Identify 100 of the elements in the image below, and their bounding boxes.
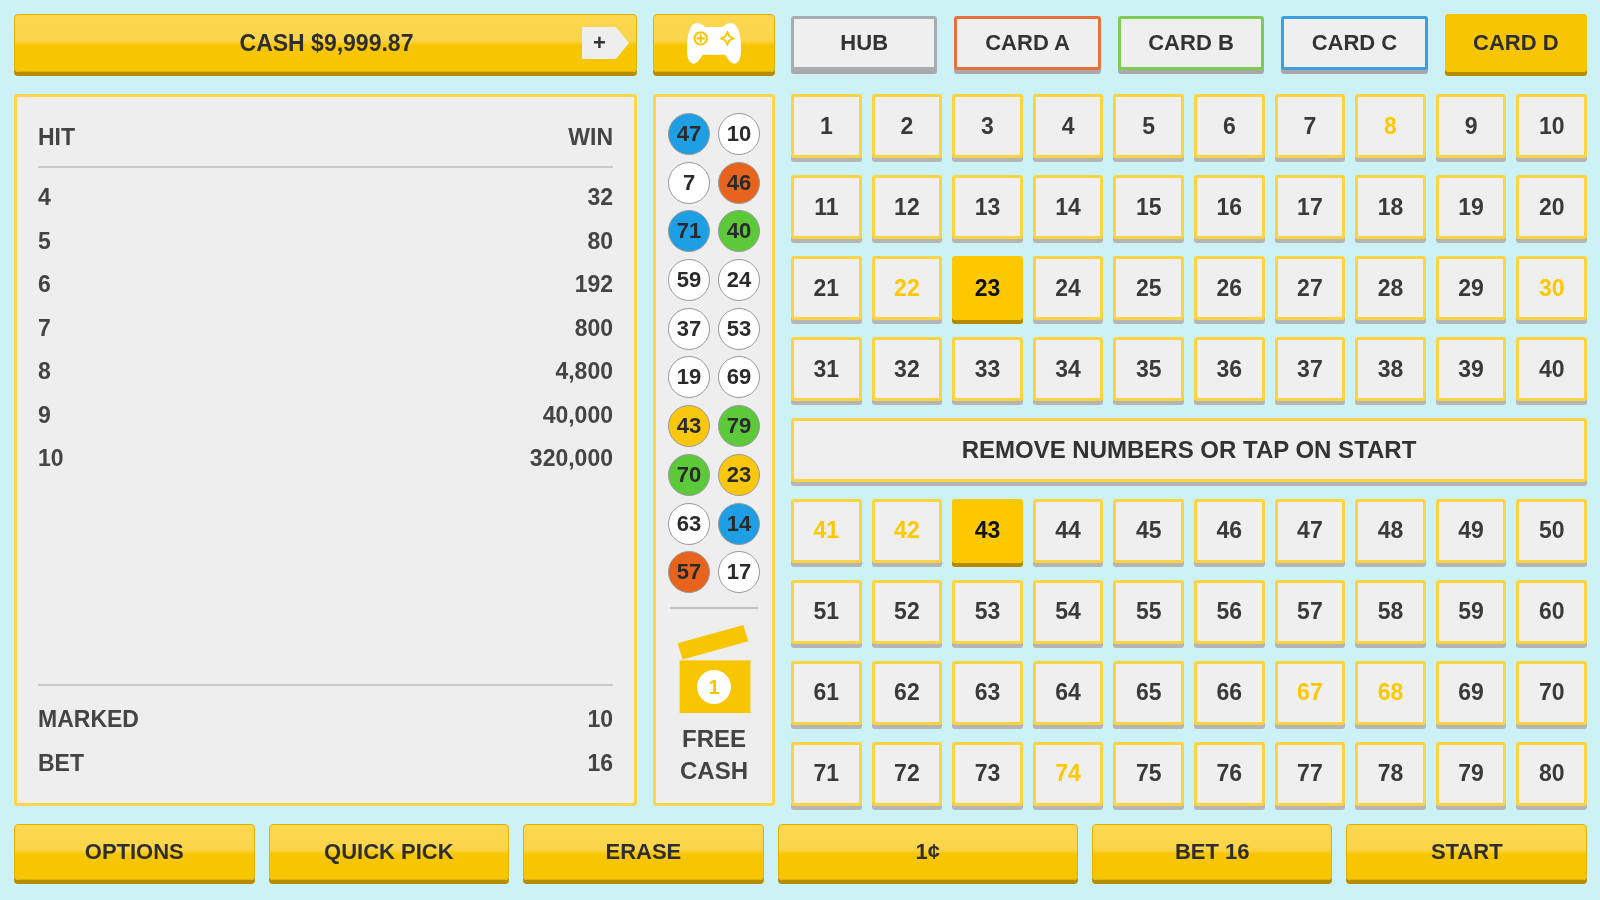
number-cell[interactable]: 50 — [1516, 498, 1587, 564]
number-cell[interactable]: 26 — [1194, 255, 1265, 321]
number-cell[interactable]: 10 — [1516, 94, 1587, 159]
number-cell[interactable]: 65 — [1113, 660, 1184, 726]
cash-amount: CASH $9,999.87 — [238, 29, 415, 57]
number-cell[interactable]: 17 — [1274, 174, 1346, 240]
summary-value: 16 — [587, 748, 613, 778]
number-cell[interactable]: 37 — [1274, 336, 1346, 402]
number-cell[interactable]: 31 — [791, 336, 862, 402]
number-cell[interactable]: 46 — [1194, 498, 1265, 564]
number-cell[interactable]: 54 — [1032, 579, 1104, 645]
summary-label: BET — [38, 748, 84, 778]
drawn-ball: 17 — [718, 551, 760, 594]
column-header: WIN — [568, 123, 613, 152]
payout-amount: 80 — [587, 226, 613, 256]
number-cell[interactable]: 48 — [1355, 498, 1426, 564]
number-cell[interactable]: 9 — [1435, 94, 1507, 159]
number-cell[interactable]: 58 — [1355, 579, 1426, 645]
number-cell[interactable]: 11 — [791, 174, 862, 240]
number-cell[interactable]: 63 — [952, 660, 1023, 726]
number-cell[interactable]: 70 — [1516, 660, 1587, 726]
message-bar: REMOVE NUMBERS OR TAP ON START — [791, 417, 1587, 483]
hit-count: 7 — [38, 313, 51, 343]
drawn-ball: 69 — [718, 356, 760, 399]
number-cell[interactable]: 59 — [1435, 579, 1507, 645]
number-cell[interactable]: 61 — [791, 660, 862, 726]
payout-amount: 320,000 — [529, 444, 613, 473]
drawn-ball: 7 — [668, 161, 710, 204]
number-cell[interactable]: 62 — [871, 660, 943, 726]
number-cell[interactable]: 34 — [1032, 336, 1104, 402]
number-cell[interactable]: 27 — [1274, 255, 1346, 321]
number-cell[interactable]: 6 — [1194, 94, 1265, 159]
number-cell[interactable]: 51 — [791, 579, 862, 645]
number-cell[interactable]: 57 — [1274, 579, 1346, 645]
hit-count: 5 — [38, 226, 51, 256]
number-cell[interactable]: 28 — [1355, 255, 1426, 321]
number-cell[interactable]: 3 — [952, 94, 1023, 159]
number-cell[interactable]: 20 — [1516, 174, 1587, 240]
number-cell[interactable]: 43 — [952, 498, 1023, 564]
drawn-ball: 70 — [668, 453, 710, 496]
payout-amount: 32 — [587, 183, 613, 212]
hit-count: 4 — [38, 183, 51, 212]
number-cell[interactable]: 39 — [1435, 336, 1507, 402]
payout-amount: 800 — [574, 313, 613, 343]
number-cell[interactable]: 47 — [1274, 498, 1346, 564]
number-cell[interactable]: 55 — [1113, 579, 1184, 645]
number-cell[interactable]: 29 — [1435, 255, 1507, 321]
number-cell[interactable]: 32 — [871, 336, 943, 402]
number-cell[interactable]: 25 — [1113, 255, 1184, 321]
add-cash-button[interactable]: + — [582, 27, 629, 59]
number-cell[interactable]: 56 — [1194, 579, 1265, 645]
drawn-ball: 24 — [718, 259, 760, 302]
hit-count: 10 — [38, 444, 64, 473]
payout-amount: 4,800 — [555, 357, 613, 386]
drawn-ball: 43 — [668, 405, 710, 448]
drawn-ball: 59 — [668, 259, 710, 302]
number-cell[interactable]: 69 — [1435, 660, 1507, 726]
number-cell[interactable]: 19 — [1435, 174, 1507, 240]
number-cell[interactable]: 16 — [1194, 174, 1265, 240]
number-cell[interactable]: 14 — [1032, 174, 1104, 240]
hit-count: 9 — [38, 400, 51, 430]
number-cell[interactable]: 2 — [871, 94, 943, 159]
drawn-ball: 14 — [718, 502, 760, 545]
drawn-ball: 19 — [668, 356, 710, 399]
number-cell[interactable]: 33 — [952, 336, 1023, 402]
number-cell[interactable]: 45 — [1113, 498, 1184, 564]
number-cell[interactable]: 12 — [871, 174, 943, 240]
number-cell[interactable]: 5 — [1113, 94, 1184, 159]
drawn-ball: 53 — [718, 307, 760, 350]
number-cell[interactable]: 7 — [1274, 94, 1346, 159]
number-cell[interactable]: 24 — [1032, 255, 1104, 321]
drawn-ball: 57 — [668, 551, 710, 594]
number-cell[interactable]: 15 — [1113, 174, 1184, 240]
drawn-ball: 46 — [718, 161, 760, 204]
number-cell[interactable]: 18 — [1355, 174, 1426, 240]
payout-amount: 192 — [574, 270, 613, 299]
number-cell[interactable]: 13 — [952, 174, 1023, 240]
gamepad-icon — [686, 22, 742, 64]
number-cell[interactable]: 52 — [871, 579, 943, 645]
drawn-ball: 79 — [718, 405, 760, 448]
number-cell[interactable]: 1 — [791, 94, 862, 159]
number-cell[interactable]: 23 — [952, 255, 1023, 321]
free-cash-label[interactable]: FREE CASH — [680, 723, 748, 788]
number-cell[interactable]: 66 — [1194, 660, 1265, 726]
number-cell[interactable]: 49 — [1435, 498, 1507, 564]
number-cell[interactable]: 4 — [1032, 94, 1104, 159]
column-header: HIT — [38, 123, 76, 152]
number-cell[interactable]: 64 — [1032, 660, 1104, 726]
number-cell[interactable]: 44 — [1032, 498, 1104, 564]
summary-label: MARKED — [38, 705, 139, 734]
number-cell[interactable]: 21 — [791, 255, 862, 321]
number-cell[interactable]: 60 — [1516, 579, 1587, 645]
drawn-ball: 63 — [668, 502, 710, 545]
payout-amount: 40,000 — [542, 400, 613, 430]
number-cell[interactable]: 38 — [1355, 336, 1426, 402]
number-cell[interactable]: 53 — [952, 579, 1023, 645]
number-cell[interactable]: 36 — [1194, 336, 1265, 402]
number-cell[interactable]: 40 — [1516, 336, 1587, 402]
drawn-ball: 10 — [718, 113, 760, 155]
number-cell[interactable]: 35 — [1113, 336, 1184, 402]
